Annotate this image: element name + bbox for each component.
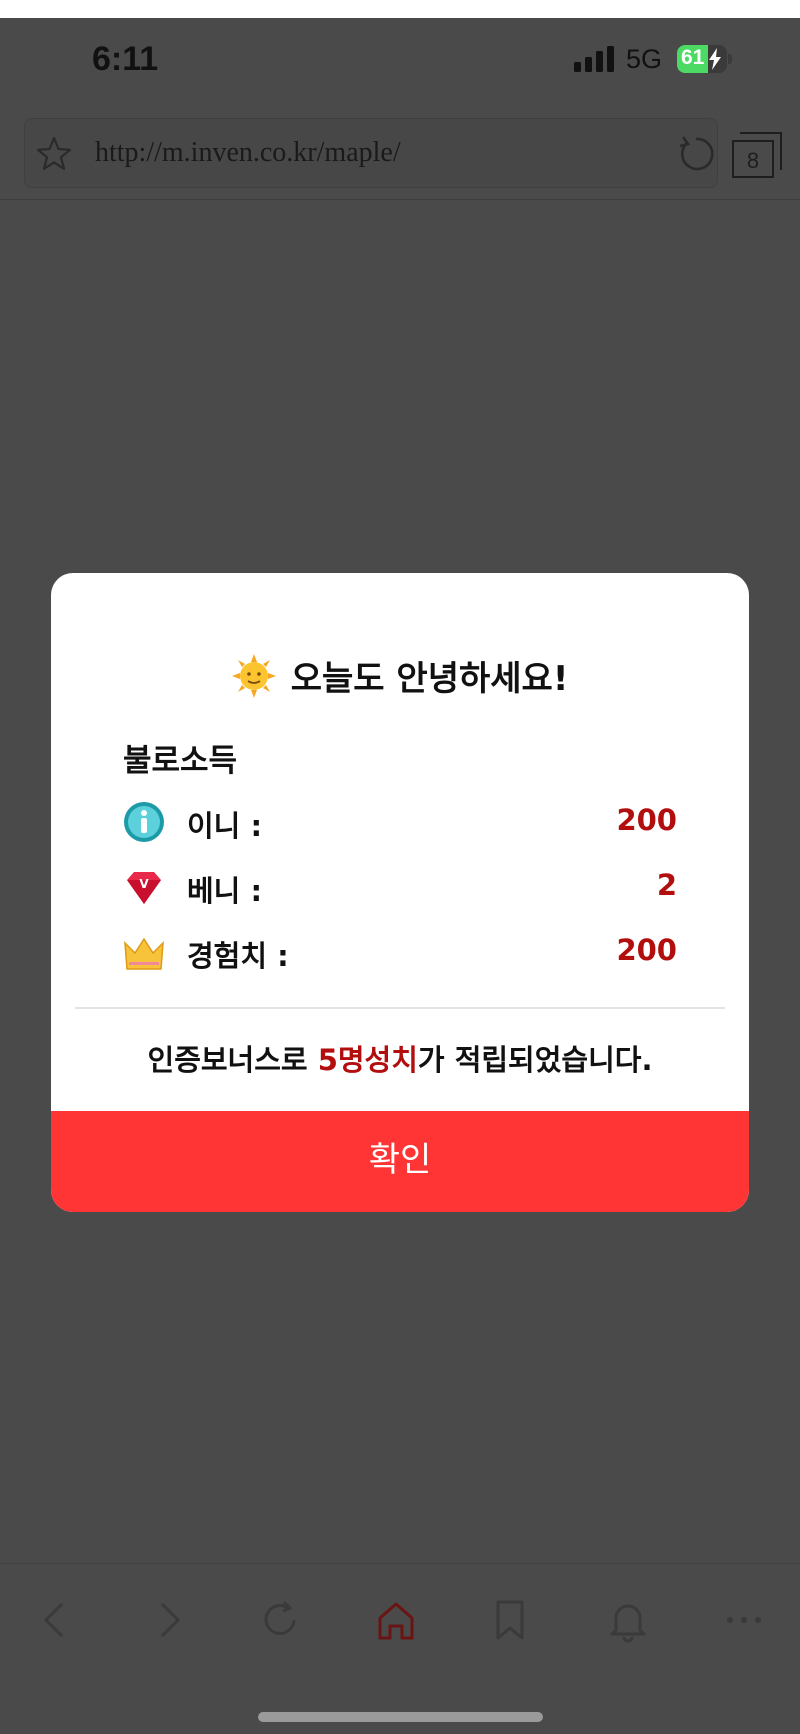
sun-with-face-icon (231, 653, 276, 698)
bonus-highlight: 5명성치 (317, 1043, 418, 1077)
forward-icon[interactable] (144, 1596, 192, 1644)
home-icon[interactable] (372, 1596, 420, 1644)
reload-icon[interactable] (675, 133, 717, 175)
section-label: 불로소득 (123, 743, 238, 779)
inni-coin-icon (124, 802, 164, 842)
svg-text:V: V (139, 877, 149, 891)
tabs-button[interactable]: 8 (732, 130, 782, 178)
bonus-prefix: 인증보너스로 (147, 1043, 318, 1077)
status-time: 6:11 (92, 40, 159, 78)
reward-row-exp: 경험치 : 200 (123, 927, 677, 977)
divider (75, 1007, 725, 1009)
reward-row-inni: 이니 : 200 (123, 797, 677, 847)
benny-gem-icon: V (127, 872, 161, 904)
more-icon[interactable] (720, 1596, 768, 1644)
reward-label: 이니 : (187, 809, 263, 843)
top-strip (0, 0, 800, 18)
reward-value: 2 (656, 868, 677, 902)
battery-percent: 61 (681, 46, 705, 69)
browser-toolbar: http://m.inven.co.kr/maple/ (0, 100, 800, 200)
star-icon[interactable] (35, 135, 73, 173)
bookmark-icon[interactable] (486, 1596, 534, 1644)
status-bar: 6:11 5G 61 (0, 18, 800, 100)
bottom-nav (0, 1563, 800, 1734)
signal-icon (574, 46, 614, 72)
crown-icon (124, 937, 164, 970)
bonus-message: 인증보너스로 5명성치가 적립되었습니다. (51, 1037, 749, 1079)
welcome-dialog: 오늘도 안녕하세요! 불로소득 이니 : 200 V 베니 : 2 경험치 : … (51, 573, 749, 1212)
url-text[interactable]: http://m.inven.co.kr/maple/ (95, 137, 401, 169)
charging-bolt-icon (709, 48, 721, 70)
reward-value: 200 (616, 803, 677, 837)
confirm-button[interactable]: 확인 (51, 1111, 749, 1212)
dialog-title-text: 오늘도 안녕하세요! (290, 659, 569, 699)
reward-value: 200 (616, 933, 677, 967)
back-icon[interactable] (32, 1596, 80, 1644)
home-indicator[interactable] (258, 1712, 543, 1722)
reward-row-benny: V 베니 : 2 (123, 862, 677, 912)
dialog-title: 오늘도 안녕하세요! (51, 651, 749, 707)
bell-icon[interactable] (604, 1596, 652, 1644)
reward-label: 베니 : (187, 874, 263, 908)
bonus-suffix: 가 적립되었습니다. (417, 1043, 653, 1077)
tab-count: 8 (746, 148, 760, 173)
address-bar[interactable]: http://m.inven.co.kr/maple/ (24, 118, 718, 188)
network-type: 5G (626, 44, 663, 74)
battery-indicator: 61 (677, 45, 733, 73)
reward-label: 경험치 : (187, 939, 289, 973)
refresh-icon[interactable] (256, 1596, 304, 1644)
